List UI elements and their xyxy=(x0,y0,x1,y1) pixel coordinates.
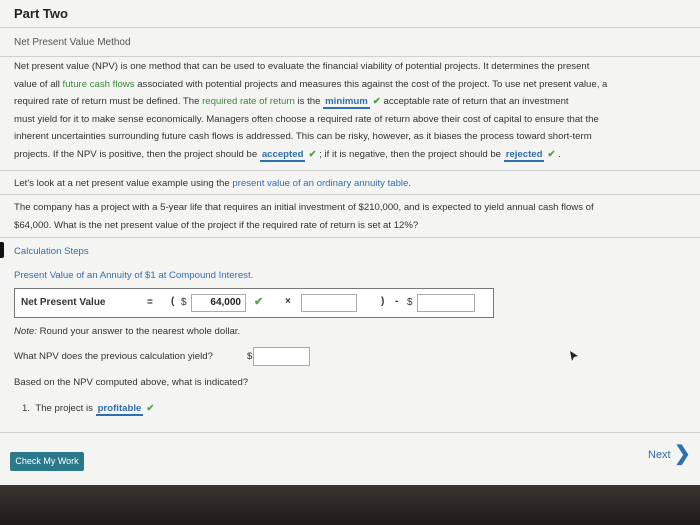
initial-investment-input[interactable] xyxy=(417,294,475,312)
text: . xyxy=(408,178,412,189)
divider xyxy=(0,56,700,57)
term-required-rate[interactable]: required rate of return xyxy=(202,96,295,107)
problem-line-2: $64,000. What is the net present value o… xyxy=(14,219,419,231)
text: Round your answer to the nearest whole d… xyxy=(36,326,241,337)
text: Let's look at a net present value exampl… xyxy=(14,178,233,189)
divider xyxy=(0,432,700,433)
minus-sign: - xyxy=(395,296,399,307)
check-icon: ✔ xyxy=(547,148,556,160)
equals-sign: = xyxy=(147,297,153,308)
indication-question: Based on the NPV computed above, what is… xyxy=(14,377,249,388)
check-icon: ✔ xyxy=(254,296,264,308)
text: The project is xyxy=(35,403,96,414)
problem-line-1: The company has a project with a 5-year … xyxy=(14,202,594,213)
paragraph-line-1: Net present value (NPV) is one method th… xyxy=(14,61,590,72)
annuity-table-link-2[interactable]: Present Value of an Annuity of $1 at Com… xyxy=(14,267,253,285)
example-intro: Let's look at a net present value exampl… xyxy=(14,175,411,193)
desk-background xyxy=(0,485,700,525)
answer-item-1: 1. The project is profitable ✔ xyxy=(22,400,154,418)
text: required rate of return must be defined.… xyxy=(14,96,203,107)
page-sheet: Part Two Net Present Value Method Net pr… xyxy=(0,0,700,485)
npv-calculation-box: Net Present Value = ( $ 64,000 ✔ × ) - $ xyxy=(14,288,494,318)
text: . xyxy=(555,148,561,160)
calculation-steps-label: Calculation Steps xyxy=(14,246,89,257)
paragraph-line-5: inherent uncertainties surrounding futur… xyxy=(14,131,592,142)
dollar-sign: $ xyxy=(247,351,253,362)
check-my-work-button[interactable]: Check My Work xyxy=(10,452,84,471)
chevron-right-icon[interactable]: ❯ xyxy=(674,444,691,464)
cash-flow-input[interactable]: 64,000 xyxy=(191,294,246,312)
divider xyxy=(0,194,700,195)
answer-dropdown-minimum[interactable]: minimum xyxy=(323,96,370,109)
text: is the xyxy=(294,96,324,107)
text: projects. If the NPV is positive, then t… xyxy=(14,148,260,160)
npv-question: What NPV does the previous calculation y… xyxy=(14,351,213,362)
paragraph-line-4: must yield for it to make sense economic… xyxy=(14,113,599,125)
close-paren: ) xyxy=(381,296,385,307)
item-number: 1. xyxy=(22,403,31,414)
npv-label: Net Present Value xyxy=(21,297,106,308)
paragraph-line-3: required rate of return must be defined.… xyxy=(14,93,569,111)
open-paren: ( xyxy=(171,296,175,307)
mouse-cursor-icon xyxy=(570,351,578,361)
answer-dropdown-accepted[interactable]: accepted xyxy=(259,148,306,162)
rounding-note: Note: Round your answer to the nearest w… xyxy=(14,323,240,341)
section-marker xyxy=(0,242,4,258)
annuity-table-link[interactable]: present value of an ordinary annuity tab… xyxy=(232,178,408,189)
divider xyxy=(0,27,700,28)
text: ; if it is negative, then the project sh… xyxy=(316,148,504,160)
section-title: Net Present Value Method xyxy=(14,37,131,48)
annuity-factor-input[interactable] xyxy=(301,294,357,312)
divider xyxy=(0,170,700,171)
dollar-sign: $ xyxy=(181,297,187,308)
check-icon: ✔ xyxy=(146,403,155,414)
answer-dropdown-rejected[interactable]: rejected xyxy=(503,148,545,162)
paragraph-line-2: value of all future cash flows associate… xyxy=(14,76,607,94)
times-sign: × xyxy=(285,296,291,307)
npv-answer-input[interactable] xyxy=(253,347,310,366)
term-future-cash-flows[interactable]: future cash flows xyxy=(63,79,135,90)
divider xyxy=(0,237,700,238)
text: value of all xyxy=(14,78,63,90)
answer-dropdown-profitable[interactable]: profitable xyxy=(95,403,144,416)
paragraph-line-6: projects. If the NPV is positive, then t… xyxy=(14,146,561,164)
dollar-sign: $ xyxy=(407,297,413,308)
check-icon: ✔ xyxy=(372,96,381,107)
next-link[interactable]: Next xyxy=(648,449,671,461)
text: associated with potential projects and m… xyxy=(134,78,608,90)
page-title: Part Two xyxy=(14,6,68,21)
text: acceptable rate of return that an invest… xyxy=(380,96,569,107)
note-prefix: Note: xyxy=(14,326,37,337)
